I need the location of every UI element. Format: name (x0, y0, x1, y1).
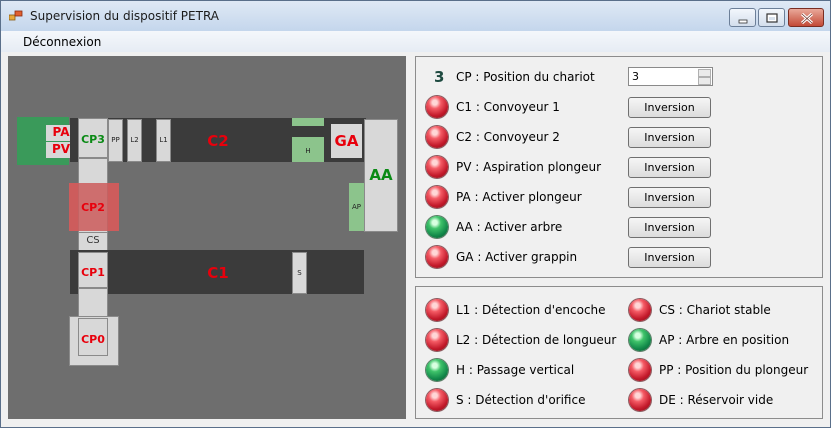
position-spinner[interactable]: 3 (628, 67, 713, 86)
inversion-button[interactable]: Inversion (628, 97, 711, 118)
cp2-label: CP2 (81, 201, 105, 214)
actuator-label: C2 : Convoyeur 2 (456, 130, 560, 144)
led-indicator (426, 299, 448, 321)
cs-label: CS (86, 235, 100, 246)
inversion-button[interactable]: Inversion (628, 157, 711, 178)
sensor-label: DE : Réservoir vide (659, 393, 774, 407)
rail-lower (78, 288, 108, 318)
ga-label: GA (334, 132, 359, 150)
inversion-button[interactable]: Inversion (628, 187, 711, 208)
actuator-label: AA : Activer arbre (456, 220, 563, 234)
s-label: S (297, 269, 302, 277)
restore-icon (766, 13, 778, 23)
window-title: Supervision du dispositif PETRA (30, 9, 220, 23)
led-indicator (426, 389, 448, 411)
ap-label: AP (351, 203, 361, 211)
h-top (292, 118, 324, 126)
led-indicator (426, 246, 448, 268)
spin-up-button[interactable] (698, 69, 711, 77)
minimize-icon (738, 19, 748, 24)
cp0-label: CP0 (81, 333, 105, 346)
position-value: 3 (434, 68, 445, 86)
led-indicator (426, 329, 448, 351)
h-label: H (305, 147, 311, 155)
position-spinner-value: 3 (632, 70, 639, 83)
position-label: CP : Position du chariot (456, 70, 595, 84)
sensor-label: CS : Chariot stable (659, 303, 771, 317)
sensors-panel: L1 : Détection d'encoche L2 : Détection … (415, 286, 823, 419)
c1-label: C1 (207, 264, 229, 282)
actuator-label: PV : Aspiration plongeur (456, 160, 602, 174)
pp-label: PP (111, 136, 120, 144)
menu-item-deconnexion[interactable]: Déconnexion (23, 35, 101, 49)
led-indicator (426, 126, 448, 148)
actuators-panel: 3 CP : Position du chariot 3 C1 : Convoy… (415, 56, 823, 278)
actuator-label: GA : Activer grappin (456, 250, 578, 264)
led-indicator (629, 359, 651, 381)
spin-down-button[interactable] (698, 77, 711, 85)
aa-label: AA (369, 166, 393, 184)
maximize-button[interactable] (758, 8, 785, 27)
title-bar: Supervision du dispositif PETRA (1, 1, 830, 31)
led-indicator (629, 389, 651, 411)
led-indicator (426, 186, 448, 208)
cp1-label: CP1 (81, 266, 105, 279)
close-icon (800, 12, 814, 25)
app-window: Supervision du dispositif PETRA Déconnex… (0, 0, 831, 428)
actuator-label: PA : Activer plongeur (456, 190, 582, 204)
led-indicator (426, 156, 448, 178)
l2-label: L2 (130, 136, 139, 144)
sensor-label: AP : Arbre en position (659, 333, 790, 347)
app-icon (9, 10, 23, 21)
cp3-label: CP3 (81, 133, 105, 146)
sensor-label: L2 : Détection de longueur (456, 333, 617, 347)
led-indicator (426, 216, 448, 238)
led-indicator (426, 96, 448, 118)
inversion-button[interactable]: Inversion (628, 247, 711, 268)
plant-diagram: PA PV PP L2 L1 C2 H GA AA AP CP3 CP2 CS (8, 56, 406, 419)
minimize-button[interactable] (729, 8, 756, 27)
sensor-label: L1 : Détection d'encoche (456, 303, 606, 317)
led-indicator (426, 359, 448, 381)
sensor-label: S : Détection d'orifice (456, 393, 586, 407)
l1-label: L1 (159, 136, 168, 144)
close-button[interactable] (788, 8, 824, 27)
sensor-label: PP : Position du plongeur (659, 363, 809, 377)
menu-bar: Déconnexion (1, 31, 830, 52)
actuator-label: C1 : Convoyeur 1 (456, 100, 560, 114)
c2-label: C2 (207, 132, 229, 150)
sensor-label: H : Passage vertical (456, 363, 575, 377)
led-indicator (629, 329, 651, 351)
inversion-button[interactable]: Inversion (628, 127, 711, 148)
led-indicator (629, 299, 651, 321)
inversion-button[interactable]: Inversion (628, 217, 711, 238)
